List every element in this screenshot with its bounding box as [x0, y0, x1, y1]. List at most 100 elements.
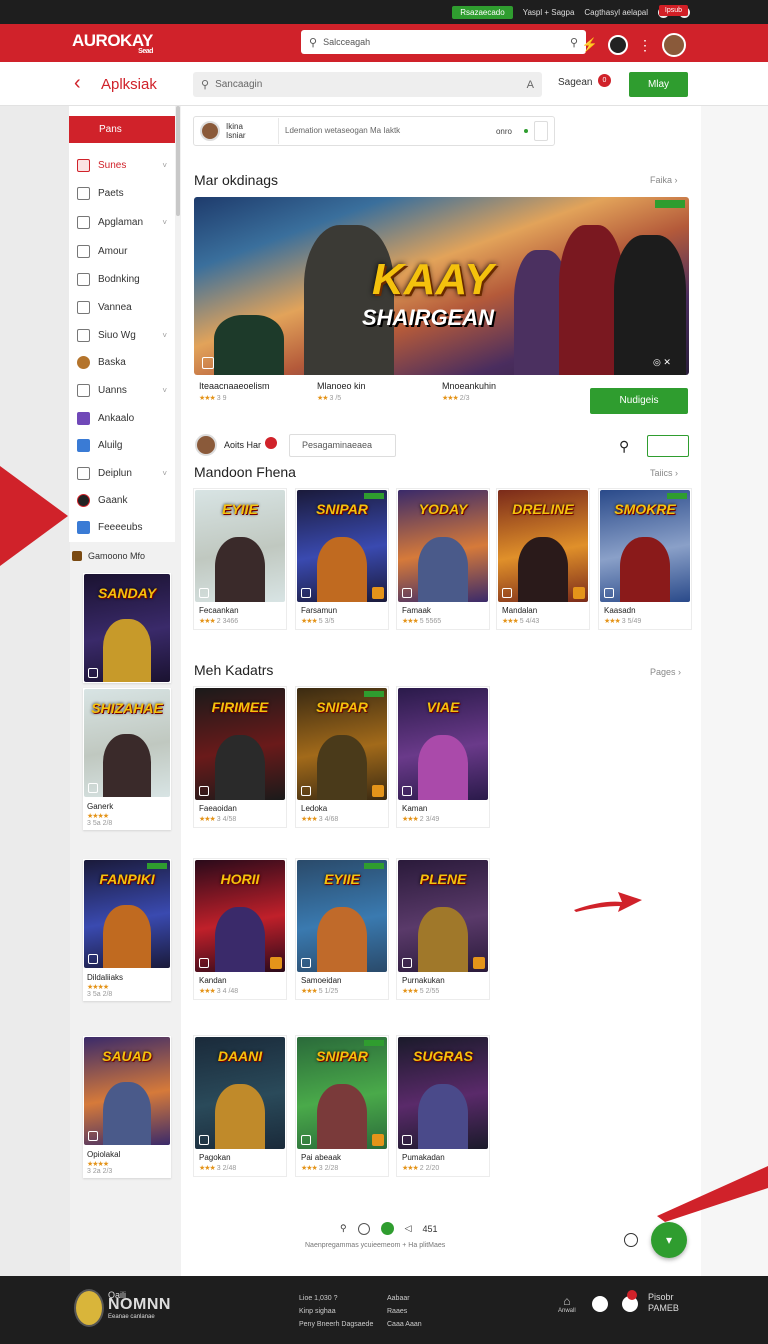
power-icon[interactable]: [624, 1233, 638, 1247]
account-link[interactable]: ⌂ Anwall: [558, 1294, 576, 1314]
game-cover-art[interactable]: FIRIMEE: [195, 688, 285, 800]
game-cover-art[interactable]: EYIIE: [297, 860, 387, 972]
game-card[interactable]: YODAY Famaak ★★★ 5 5565: [397, 489, 489, 629]
sidebar-item-10[interactable]: Aluilg: [69, 433, 175, 457]
game-card[interactable]: PLENE Purnakukan ★★★ 5 2/55: [397, 859, 489, 999]
game-cover-art[interactable]: SANDAY: [84, 574, 170, 682]
share-icon[interactable]: ◎ ✕: [653, 357, 681, 369]
global-search[interactable]: ⚲ Salcceagah ⚲: [301, 30, 586, 54]
brand-logo[interactable]: AUROKAY Sead: [72, 31, 153, 55]
game-card[interactable]: HORII Kandan ★★★ 3 4 /48: [194, 859, 286, 999]
profile-icon[interactable]: [608, 35, 628, 55]
game-cover-art[interactable]: SNIPAR: [297, 1037, 387, 1149]
game-cover-art[interactable]: PLENE: [398, 860, 488, 972]
sign-in-link[interactable]: Sagean: [558, 77, 592, 88]
sidebar-item-1[interactable]: Paets: [69, 181, 175, 205]
sidebar-item-7[interactable]: Baska: [69, 350, 175, 374]
filter-input[interactable]: Pesagaminaeaea: [289, 434, 396, 457]
footer-link[interactable]: Lioe 1,030 ?: [299, 1292, 373, 1305]
game-card[interactable]: SUGRAS Pumakadan ★★★ 2 2/20: [397, 1036, 489, 1176]
game-card[interactable]: EYIIE Fecaankan ★★★ 2 3466: [194, 489, 286, 629]
grid-toggle-button[interactable]: [647, 435, 689, 457]
sidebar-item-8[interactable]: Uanns ˅: [69, 378, 175, 402]
app-search[interactable]: ⚲ Sancaagin A: [193, 72, 542, 97]
refresh-icon[interactable]: [357, 1222, 370, 1235]
footer-link[interactable]: Aabaar: [387, 1292, 422, 1305]
sidebar-item-6[interactable]: Siuo Wg ˅: [69, 323, 175, 347]
section-link-featured[interactable]: Faika ›: [650, 175, 678, 185]
voice-icon[interactable]: A: [527, 79, 534, 91]
game-cover-art[interactable]: VIAE: [398, 688, 488, 800]
save-icon[interactable]: [202, 357, 214, 369]
hero-game-1[interactable]: Iteaacnaaeoelism ★★★ 3 9: [199, 381, 270, 402]
featured-game-card[interactable]: SANDAY: [83, 573, 171, 683]
game-cover-art[interactable]: HORII: [195, 860, 285, 972]
bolt-icon[interactable]: ⚡: [582, 37, 598, 53]
sidebar-item-12[interactable]: Gaank: [69, 488, 175, 512]
search-icon[interactable]: ⚲: [619, 438, 629, 455]
hero-cta-button[interactable]: Nudigeis: [590, 388, 688, 414]
game-card[interactable]: FIRIMEE Faeaoidan ★★★ 3 4/58: [194, 687, 286, 827]
footer-logo-icon[interactable]: [74, 1289, 104, 1327]
featured-game-card[interactable]: SAUAD Opiolakal ★★★★ 3 2a 2/3: [83, 1036, 171, 1178]
topbar-link-1[interactable]: Yaspl + Sagpa: [523, 8, 575, 17]
game-cover-art[interactable]: DAANI: [195, 1037, 285, 1149]
hero-game-2[interactable]: Mlanoeo kin ★★ 3 /5: [317, 381, 366, 402]
game-card[interactable]: SMOKRE Kaasadn ★★★ 3 5/49: [599, 489, 691, 629]
hero-banner[interactable]: KAAY SHAIRGEAN ◎ ✕: [194, 197, 689, 375]
game-cover-art[interactable]: SMOKRE: [600, 490, 690, 602]
sidebar-item-0[interactable]: Sunes ˅: [69, 153, 175, 177]
game-card[interactable]: VIAE Kaman ★★★ 2 3/49: [397, 687, 489, 827]
close-circle-icon[interactable]: [592, 1296, 608, 1312]
game-cover-art[interactable]: SNIPAR: [297, 490, 387, 602]
sidebar-item-11[interactable]: Deiplun ˅: [69, 461, 175, 485]
section-link-more[interactable]: Pages ›: [650, 667, 681, 677]
play-icon[interactable]: [380, 1222, 394, 1235]
download-fab[interactable]: ▾: [651, 1222, 687, 1258]
game-cover-art[interactable]: YODAY: [398, 490, 488, 602]
search-icon[interactable]: ⚲: [340, 1223, 347, 1234]
game-cover-art[interactable]: SNIPAR: [297, 688, 387, 800]
game-card[interactable]: SNIPAR Pai abeaak ★★★ 3 2/28: [296, 1036, 388, 1176]
composer-input[interactable]: Ldemation wetaseogan Ma Iaktk: [278, 118, 490, 144]
game-cover-art[interactable]: SAUAD: [84, 1037, 170, 1145]
sidebar-item-9[interactable]: Ankaalo: [69, 406, 175, 430]
footer-link[interactable]: Kinp sighaa: [299, 1305, 373, 1318]
game-cover-art[interactable]: SUGRAS: [398, 1037, 488, 1149]
footer-link[interactable]: Raaes: [387, 1305, 422, 1318]
nav-icon[interactable]: ◁: [405, 1223, 412, 1234]
hero-game-3[interactable]: Mnoeankuhin ★★★ 2/3: [442, 381, 496, 402]
attach-icon[interactable]: [534, 121, 548, 141]
footer-link[interactable]: Caaa Aaan: [387, 1318, 422, 1331]
topbar-link-2[interactable]: Cagthasyl aelapal: [584, 8, 648, 17]
more-icon[interactable]: ⋮: [638, 38, 652, 52]
game-card[interactable]: SNIPAR Ledoka ★★★ 3 4/68: [296, 687, 388, 827]
game-card[interactable]: DAANI Pagokan ★★★ 3 2/48: [194, 1036, 286, 1176]
user-avatar[interactable]: [662, 33, 686, 57]
search-submit-icon[interactable]: ⚲: [570, 36, 578, 49]
featured-game-card[interactable]: SHIZAHAE Ganerk ★★★★ 3 5a 2/8: [83, 688, 171, 830]
sidebar-item-3[interactable]: Amour: [69, 239, 175, 263]
global-search-input[interactable]: Salcceagah: [323, 37, 564, 47]
game-cover-art[interactable]: SHIZAHAE: [84, 689, 170, 797]
back-icon[interactable]: ‹: [74, 73, 81, 93]
game-card[interactable]: DRELINE Mandalan ★★★ 5 4/43: [497, 489, 589, 629]
sidebar-item-5[interactable]: Vannea: [69, 295, 175, 319]
sidebar-scrollbar[interactable]: [176, 106, 180, 216]
sidebar-item-active[interactable]: Pans: [69, 116, 175, 143]
topbar-badge[interactable]: Ipsub: [658, 5, 688, 16]
sidebar-item-2[interactable]: Apglaman ˅: [69, 210, 175, 234]
game-card[interactable]: EYIIE Samoeidan ★★★ 5 1/25: [296, 859, 388, 999]
game-card[interactable]: SNIPAR Farsamun ★★★ 5 3/5: [296, 489, 388, 629]
game-cover-art[interactable]: FANPIKI: [84, 860, 170, 968]
sidebar-item-13[interactable]: Feeeeubs: [69, 515, 175, 539]
section-link-friends[interactable]: Taiics ›: [650, 468, 678, 478]
footer-link[interactable]: Peny Bneerh Dagsaede: [299, 1318, 373, 1331]
status-pill[interactable]: Rsazaecado: [452, 5, 513, 19]
game-cover-art[interactable]: DRELINE: [498, 490, 588, 602]
notification-badge[interactable]: 0: [598, 74, 611, 87]
featured-game-card[interactable]: FANPIKI Dildaliiaks ★★★★ 3 5a 2/8: [83, 859, 171, 1001]
play-button[interactable]: Mlay: [629, 72, 688, 97]
game-cover-art[interactable]: EYIIE: [195, 490, 285, 602]
sidebar-item-4[interactable]: Bodnking: [69, 267, 175, 291]
